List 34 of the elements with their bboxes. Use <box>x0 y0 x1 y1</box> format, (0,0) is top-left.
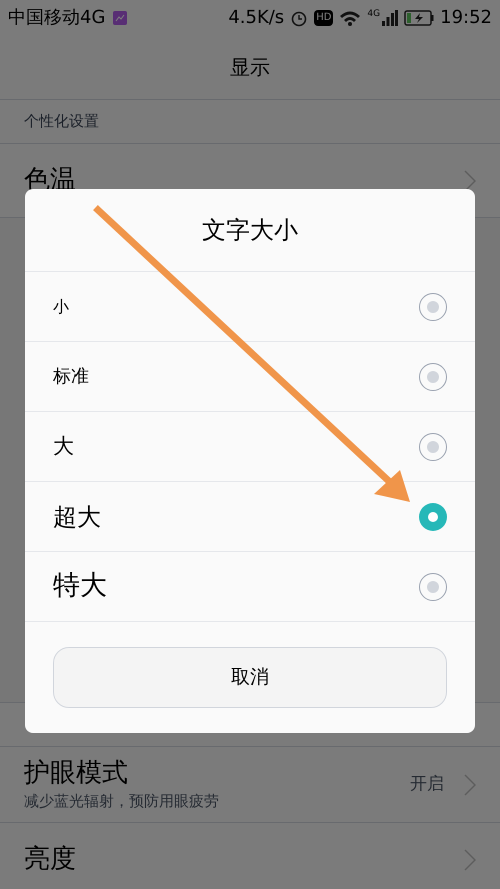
signal-icon <box>382 10 398 26</box>
radio-button[interactable] <box>419 572 447 600</box>
dialog-title: 文字大小 <box>202 215 298 246</box>
chevron-right-icon <box>464 170 476 192</box>
chevron-right-icon <box>464 774 476 796</box>
option-label: 小 <box>53 296 69 318</box>
option-row[interactable]: 小 <box>25 272 475 342</box>
radio-button[interactable] <box>419 502 447 530</box>
radio-button[interactable] <box>419 292 447 320</box>
option-label: 大 <box>53 432 74 460</box>
option-row[interactable]: 特大 <box>25 552 475 622</box>
image-icon <box>113 10 128 24</box>
row-title: 亮度 <box>24 843 76 876</box>
chevron-right-icon <box>464 848 476 870</box>
radio-button[interactable] <box>419 362 447 390</box>
page-title: 显示 <box>230 54 270 81</box>
clock-time: 19:52 <box>440 6 492 30</box>
network-speed: 4.5K/s <box>228 6 284 30</box>
row-title: 护眼模式 <box>24 757 129 790</box>
option-label: 特大 <box>53 569 107 604</box>
alarm-clock-icon <box>290 8 308 26</box>
option-label: 超大 <box>53 502 101 532</box>
carrier-text: 中国移动4G <box>8 6 106 30</box>
option-label: 标准 <box>53 365 89 389</box>
option-row[interactable]: 标准 <box>25 342 475 412</box>
row-value: 开启 <box>410 772 444 796</box>
radio-button[interactable] <box>419 432 447 460</box>
wifi-icon <box>339 10 362 26</box>
row-subtitle: 减少蓝光辐射，预防用眼疲劳 <box>24 790 219 812</box>
section-header: 个性化设置 <box>24 111 99 132</box>
hd-badge: HD <box>314 10 334 26</box>
cancel-button[interactable]: 取消 <box>53 647 447 708</box>
network-type: 4G <box>367 10 380 18</box>
battery-charging-icon <box>404 10 434 26</box>
